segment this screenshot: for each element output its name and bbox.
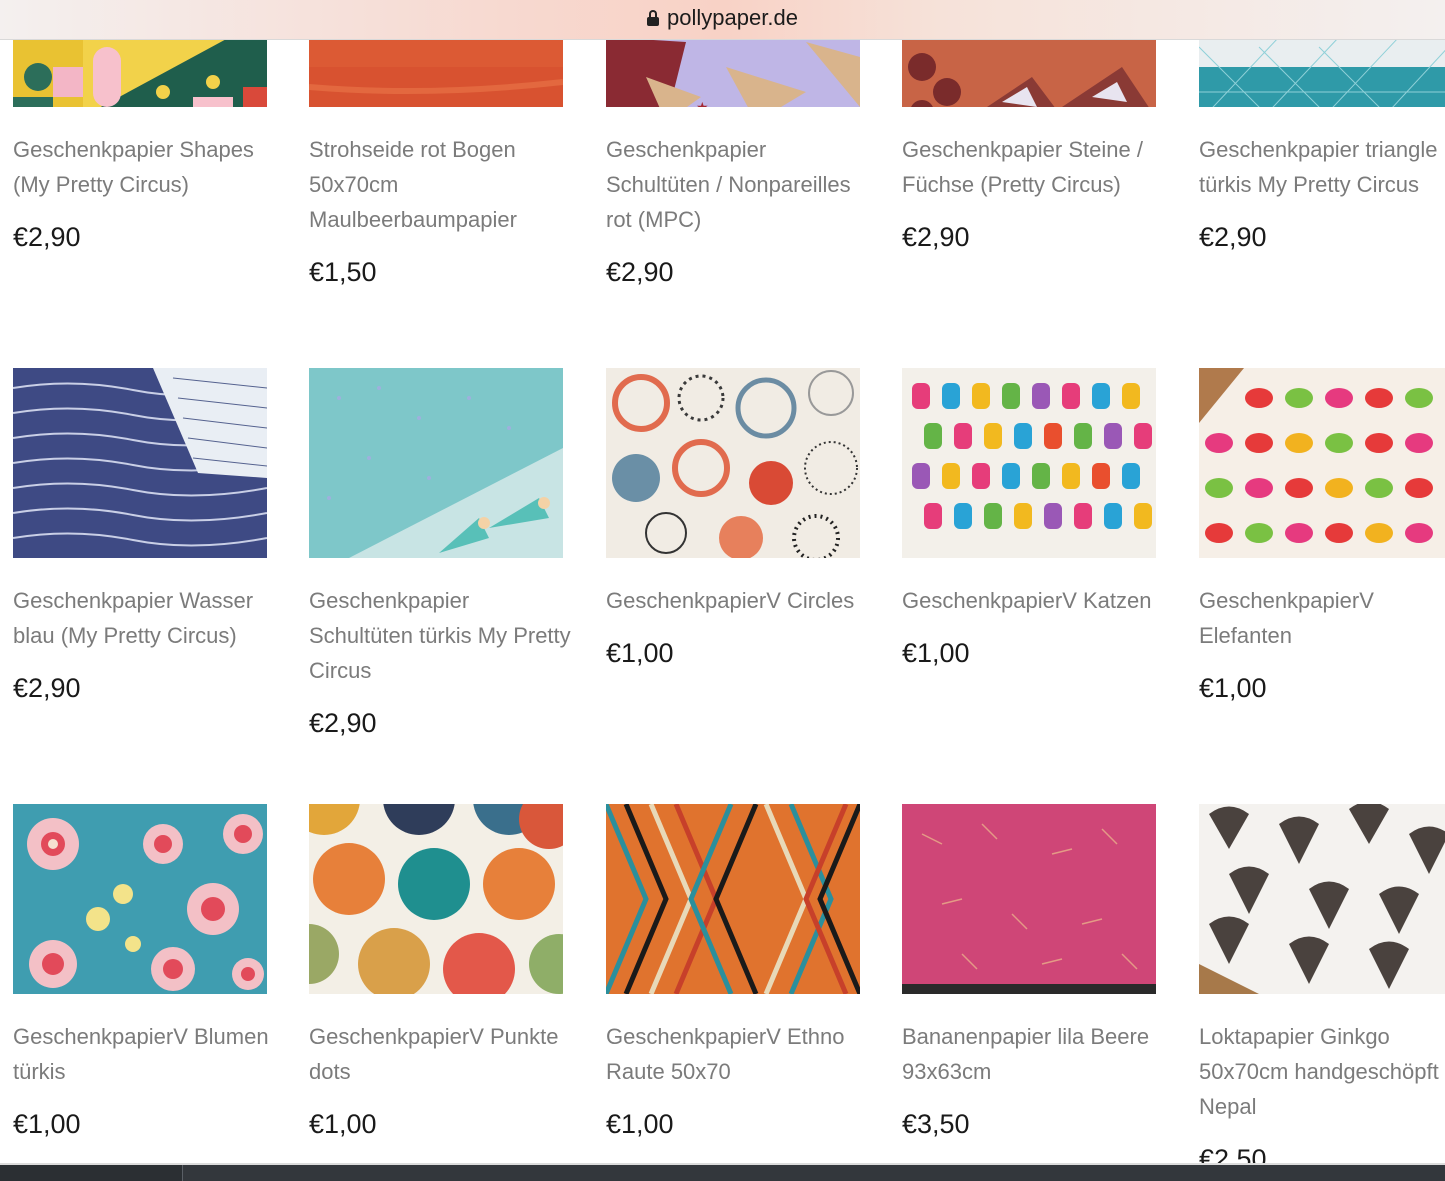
product-title[interactable]: Bananenpapier lila Beere 93x63cm	[902, 1019, 1164, 1089]
browser-address-bar[interactable]: pollypaper.de	[0, 0, 1445, 40]
product-price: €1,00	[606, 1109, 674, 1139]
product-image[interactable]	[13, 368, 267, 558]
product-price: €1,00	[606, 638, 674, 668]
product-title[interactable]: GeschenkpapierV Punkte dots	[309, 1019, 571, 1089]
product-title[interactable]: Geschenkpapier Steine / Füchse (Pretty C…	[902, 132, 1164, 202]
product-price: €1,00	[1199, 673, 1267, 703]
product-title[interactable]: GeschenkpapierV Katzen	[902, 583, 1164, 618]
product-image[interactable]	[902, 804, 1156, 994]
product-image[interactable]	[13, 804, 267, 994]
product-price: €1,00	[309, 1109, 377, 1139]
product-image[interactable]	[309, 368, 563, 558]
product-price: €2,90	[902, 222, 970, 252]
product-title[interactable]: Geschenkpapier Schultüten türkis My Pret…	[309, 583, 571, 688]
product-image[interactable]	[309, 804, 563, 994]
product-title[interactable]: Geschenkpapier triangle türkis My Pretty…	[1199, 132, 1445, 202]
product-price: €1,00	[13, 1109, 81, 1139]
product-image[interactable]	[606, 368, 860, 558]
product-price: €3,50	[902, 1109, 970, 1139]
product-title[interactable]: Geschenkpapier Wasser blau (My Pretty Ci…	[13, 583, 275, 653]
product-image[interactable]	[1199, 368, 1445, 558]
product-card[interactable]: Geschenkpapier Wasser blau (My Pretty Ci…	[13, 368, 267, 704]
product-price: €2,50	[1199, 1144, 1267, 1165]
product-price: €2,90	[309, 708, 377, 738]
product-price: €1,00	[902, 638, 970, 668]
product-price: €1,50	[309, 257, 377, 287]
product-image[interactable]	[1199, 804, 1445, 994]
product-card[interactable]: ★ ★ Geschenkpapier Schultüten / Nonparei…	[606, 0, 860, 288]
product-card[interactable]: GeschenkpapierV Circles €1,00	[606, 368, 860, 669]
product-grid: Geschenkpapier Shapes (My Pretty Circus)…	[0, 0, 1445, 1165]
product-price: €2,90	[606, 257, 674, 287]
product-card[interactable]: GeschenkpapierV Ethno Raute 50x70 €1,00	[606, 804, 860, 1140]
svg-text:★: ★	[696, 100, 709, 107]
product-image[interactable]	[606, 804, 860, 994]
svg-text:★: ★	[786, 106, 797, 107]
product-card[interactable]: GeschenkpapierV Elefanten €1,00	[1199, 368, 1445, 704]
product-title[interactable]: Loktapapier Ginkgo 50x70cm handgeschöpft…	[1199, 1019, 1445, 1124]
product-price: €2,90	[13, 222, 81, 252]
product-title[interactable]: GeschenkpapierV Elefanten	[1199, 583, 1445, 653]
product-title[interactable]: Geschenkpapier Schultüten / Nonpareilles…	[606, 132, 868, 237]
product-card[interactable]: Loktapapier Ginkgo 50x70cm handgeschöpft…	[1199, 804, 1445, 1165]
product-title[interactable]: Strohseide rot Bogen 50x70cm Maulbeerbau…	[309, 132, 571, 237]
product-price: €2,90	[13, 673, 81, 703]
product-card[interactable]: Geschenkpapier Schultüten türkis My Pret…	[309, 368, 571, 739]
product-title[interactable]: Geschenkpapier Shapes (My Pretty Circus)	[13, 132, 275, 202]
product-title[interactable]: GeschenkpapierV Ethno Raute 50x70	[606, 1019, 868, 1089]
product-card[interactable]: GeschenkpapierV Blumen türkis €1,00	[13, 804, 269, 1140]
product-card[interactable]: GeschenkpapierV Katzen €1,00	[902, 368, 1156, 669]
product-price: €2,90	[1199, 222, 1267, 252]
lock-icon	[647, 9, 660, 26]
product-title[interactable]: GeschenkpapierV Blumen türkis	[13, 1019, 275, 1089]
product-card[interactable]: GeschenkpapierV Punkte dots €1,00	[309, 804, 563, 1140]
url-display[interactable]: pollypaper.de	[647, 5, 798, 31]
url-text: pollypaper.de	[667, 4, 798, 30]
product-image[interactable]	[902, 368, 1156, 558]
bottom-toolbar	[0, 1163, 1445, 1181]
product-card[interactable]: Strohseide rot Bogen 50x70cm Maulbeerbau…	[309, 0, 563, 288]
product-card[interactable]: Bananenpapier lila Beere 93x63cm €3,50	[902, 804, 1156, 1140]
product-title[interactable]: GeschenkpapierV Circles	[606, 583, 868, 618]
